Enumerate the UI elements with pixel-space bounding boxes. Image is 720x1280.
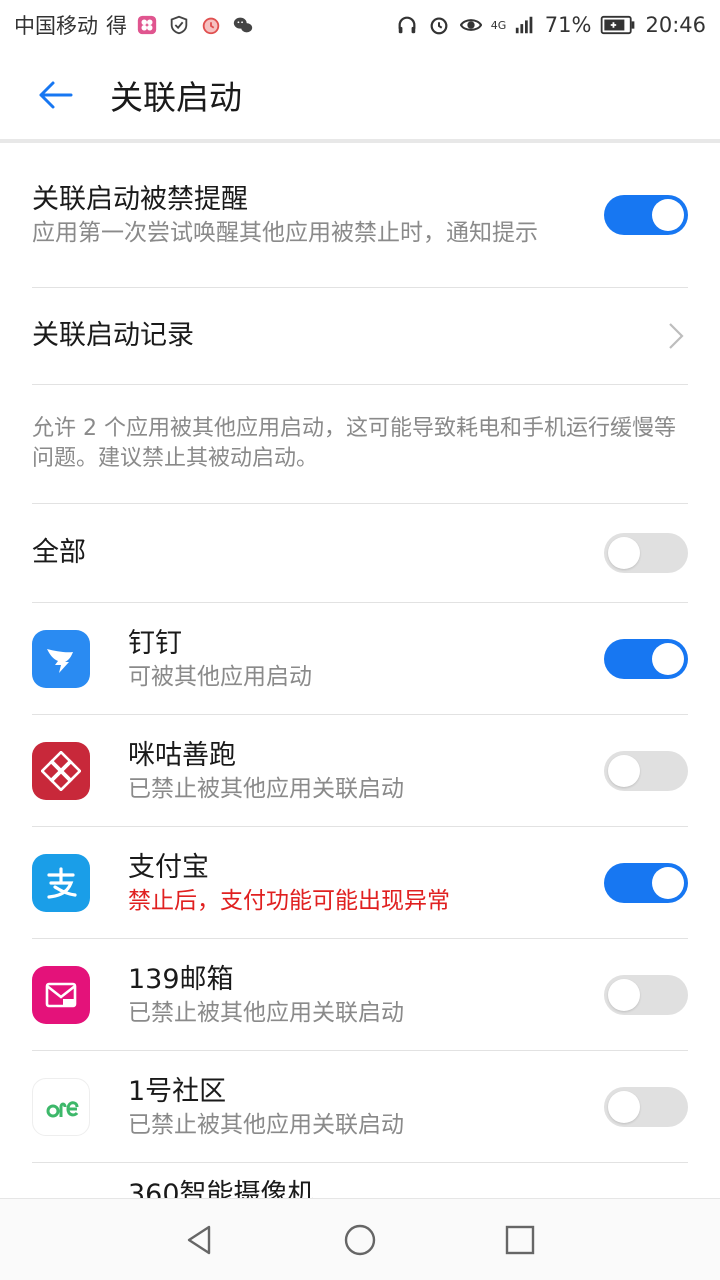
app-name: 支付宝 [128, 851, 209, 883]
app-row-alipay[interactable]: 支付宝 禁止后，支付功能可能出现异常 [32, 827, 688, 939]
alarm-icon [427, 13, 451, 37]
settings-list: 关联启动被禁提醒 应用第一次尝试唤醒其他应用被禁止时，通知提示 关联启动记录 允… [0, 143, 720, 1198]
signal-type-label: 4G [490, 18, 507, 32]
clock-time: 20:46 [645, 13, 706, 37]
carrier-extra-label: 得 [106, 14, 127, 38]
community-icon [32, 1077, 90, 1136]
app-toggle-community[interactable] [604, 1086, 688, 1127]
headphones-icon [395, 13, 419, 37]
alarm-clock-icon [199, 13, 223, 37]
battery-icon [599, 13, 637, 37]
info-row: 允许 2 个应用被其他应用启动，这可能导致耗电和手机运行缓慢等问题。建议禁止其被… [32, 385, 688, 504]
screen: 中国移动 得 4G 71% 20:46 关联启动 关联启动被禁提醒 应用第一次尝… [0, 0, 720, 1280]
all-apps-toggle[interactable] [604, 533, 688, 573]
app-status-warning: 禁止后，支付功能可能出现异常 [128, 887, 450, 914]
mail139-icon [32, 965, 90, 1024]
app-toggle-mail139[interactable] [604, 974, 688, 1015]
app-name: 钉钉 [128, 627, 182, 659]
back-arrow-icon [39, 81, 73, 109]
app-toggle-dingtalk[interactable] [604, 638, 688, 679]
app-status: 已禁止被其他应用关联启动 [128, 999, 404, 1026]
vpn-icon [167, 13, 191, 37]
app-name: 咪咕善跑 [128, 739, 236, 771]
app-status: 已禁止被其他应用关联启动 [128, 1111, 404, 1138]
page-title: 关联启动 [110, 78, 242, 117]
nav-recents-button[interactable] [480, 1205, 560, 1275]
app-row-camera360-partial[interactable]: 360智能摄像机 [32, 1163, 688, 1198]
app-toggle-alipay[interactable] [604, 862, 688, 903]
app-row-community[interactable]: 1号社区 已禁止被其他应用关联启动 [32, 1051, 688, 1163]
app-name: 139邮箱 [128, 963, 234, 995]
title-bar: 关联启动 [0, 50, 720, 140]
app-notification-icon [135, 13, 159, 37]
info-text: 允许 2 个应用被其他应用启动，这可能导致耗电和手机运行缓慢等问题。建议禁止其被… [32, 416, 676, 471]
navigation-bar [0, 1198, 720, 1280]
app-status: 已禁止被其他应用关联启动 [128, 775, 404, 802]
nav-home-button[interactable] [320, 1205, 400, 1275]
battery-percent: 71% [544, 13, 592, 37]
app-row-mail139[interactable]: 139邮箱 已禁止被其他应用关联启动 [32, 939, 688, 1051]
dingtalk-icon [32, 629, 90, 688]
chevron-right-icon [664, 321, 688, 351]
carrier-label: 中国移动 [14, 14, 98, 38]
record-title: 关联启动记录 [32, 320, 194, 351]
signal-icon [513, 13, 537, 37]
nav-recents-icon [505, 1225, 535, 1254]
wechat-icon [231, 13, 255, 37]
app-name: 360智能摄像机 [128, 1179, 315, 1198]
app-name: 1号社区 [128, 1075, 227, 1107]
back-button[interactable] [0, 50, 110, 140]
migu-run-icon [32, 741, 90, 800]
nav-home-icon [344, 1224, 376, 1255]
app-row-dingtalk[interactable]: 钉钉 可被其他应用启动 [32, 603, 688, 715]
reminder-subtitle: 应用第一次尝试唤醒其他应用被禁止时，通知提示 [32, 220, 538, 246]
nav-back-button[interactable] [160, 1205, 240, 1275]
reminder-toggle[interactable] [604, 195, 688, 235]
app-row-migu-run[interactable]: 咪咕善跑 已禁止被其他应用关联启动 [32, 715, 688, 827]
eye-icon [459, 13, 483, 37]
record-row[interactable]: 关联启动记录 [32, 288, 688, 385]
status-bar: 中国移动 得 4G 71% 20:46 [0, 0, 720, 50]
reminder-setting-row[interactable]: 关联启动被禁提醒 应用第一次尝试唤醒其他应用被禁止时，通知提示 [32, 143, 688, 288]
app-toggle-migu-run[interactable] [604, 750, 688, 791]
nav-back-icon [187, 1225, 211, 1254]
all-apps-title: 全部 [32, 537, 86, 568]
app-status: 可被其他应用启动 [128, 663, 312, 690]
alipay-icon [32, 853, 90, 912]
all-apps-row[interactable]: 全部 [32, 504, 688, 603]
reminder-title: 关联启动被禁提醒 [32, 184, 248, 215]
